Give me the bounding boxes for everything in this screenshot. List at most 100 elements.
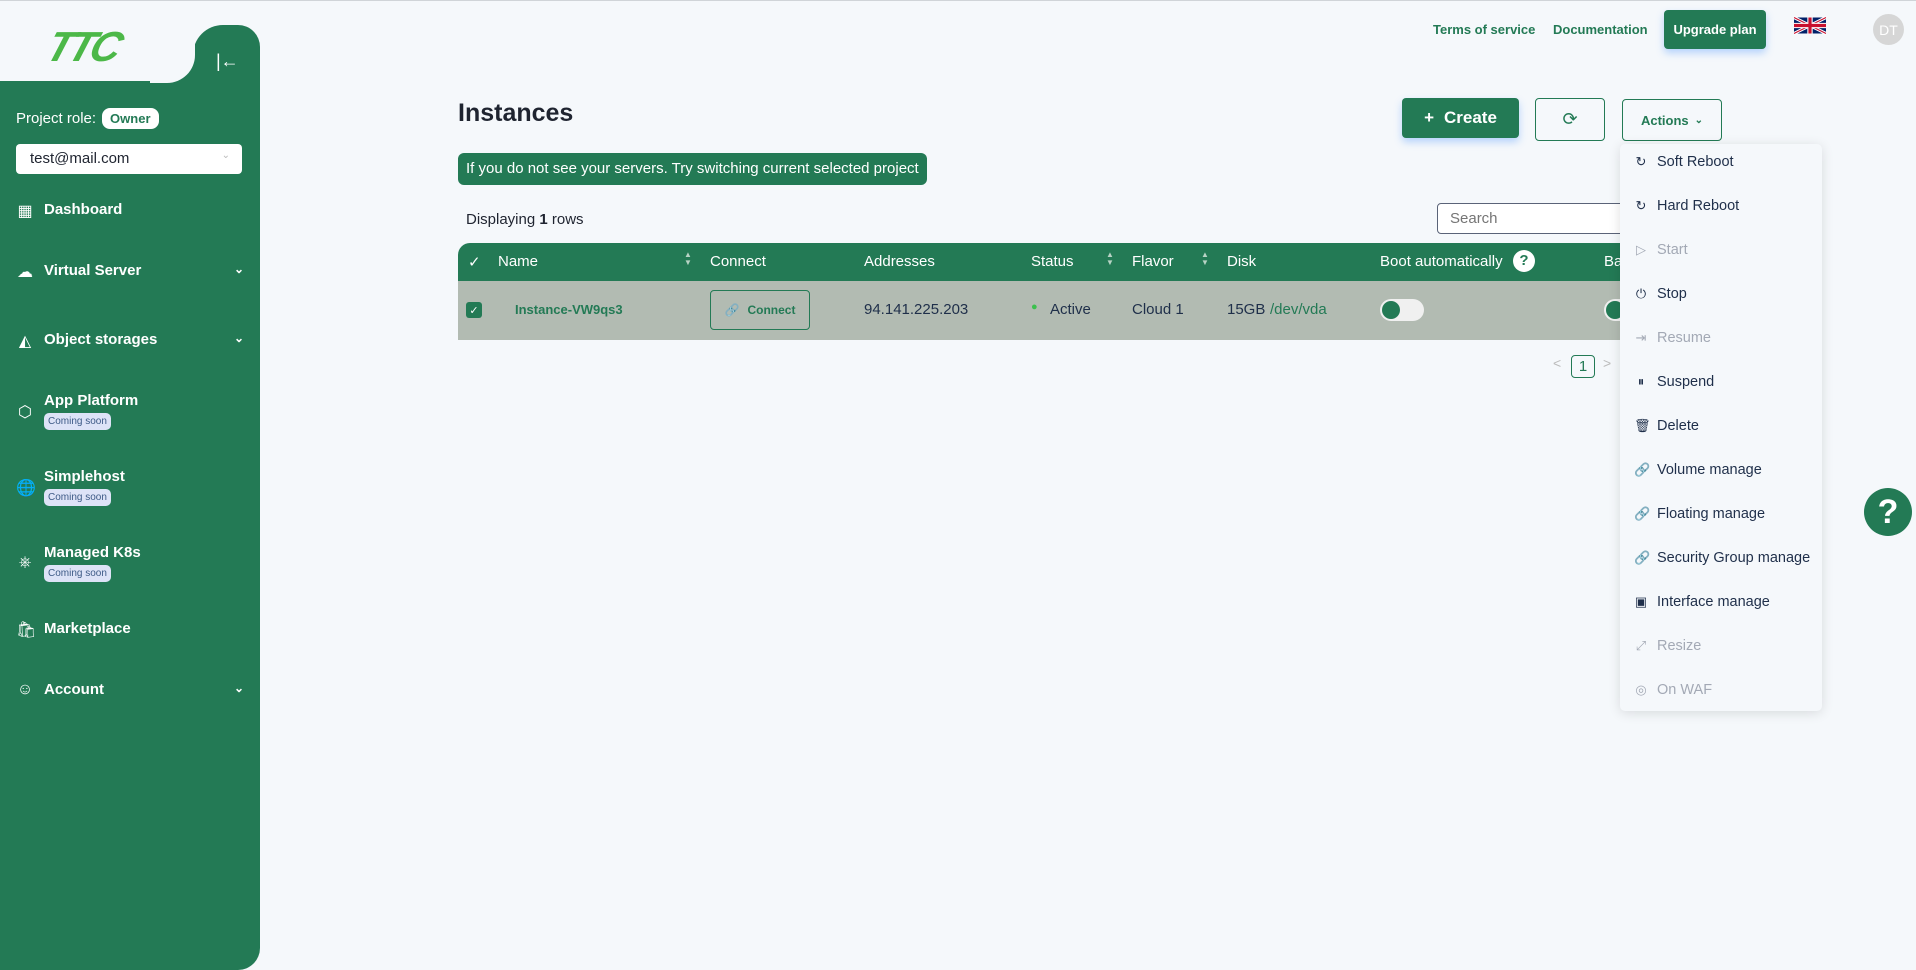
actions-menu: ↻ Soft Reboot ↻ Hard Reboot ▷ Start ⏻ Stop ⇥ Resu…: [1620, 144, 1822, 711]
menu-item-label: Resize: [1657, 638, 1702, 654]
create-label: Create: [1444, 108, 1497, 127]
sidebar-item-app-platform[interactable]: ⬡ App Platform Coming soon: [16, 392, 244, 430]
menu-item-label: Stop: [1657, 286, 1687, 302]
menu-item-label: Soft Reboot: [1657, 154, 1734, 170]
actions-label: Actions: [1640, 112, 1689, 128]
table-row[interactable]: ✓ Instance-VW9qs3 🔗 Connect 94.141.225.20…: [458, 281, 1658, 340]
status-badge: Active: [1050, 301, 1091, 318]
row-count: Displaying 1 rows: [466, 211, 584, 228]
globe-icon: 🌐: [16, 480, 36, 497]
connect-label: Connect: [747, 303, 796, 317]
menu-item-security-group-manage[interactable]: 🔗 Security Group manage: [1634, 550, 1810, 566]
help-button[interactable]: ?: [1864, 488, 1912, 536]
cloud-icon: ☁: [17, 264, 33, 281]
logo[interactable]: TTC: [40, 23, 126, 71]
sidebar-item-label: Object storages: [44, 331, 158, 348]
actions-button[interactable]: Actions ⌄: [1622, 99, 1722, 141]
sidebar-item-account[interactable]: ☺ Account ⌄: [16, 681, 244, 699]
sort-icon[interactable]: ▲ ▼: [1106, 251, 1114, 267]
project-role-label: Project role:: [16, 110, 97, 127]
disk-device: /dev/vda: [1270, 301, 1327, 318]
uk-flag-icon[interactable]: [1794, 16, 1826, 35]
sidebar-item-object-storages[interactable]: ◭ Object storages ⌄: [16, 331, 244, 351]
sidebar-item-label: Virtual Server: [44, 262, 142, 279]
kubernetes-icon: ⎈: [18, 554, 32, 571]
col-addresses: Addresses: [864, 253, 935, 270]
toggle-knob: [1382, 301, 1400, 319]
sidebar-item-marketplace[interactable]: 🛍 Marketplace: [16, 620, 244, 640]
role-badge: Owner: [102, 108, 159, 129]
connect-button[interactable]: 🔗 Connect: [710, 290, 810, 330]
select-all-checkbox[interactable]: ✓: [468, 253, 481, 271]
sidebar-item-dashboard[interactable]: ▦ Dashboard: [16, 201, 244, 221]
menu-item-on-waf[interactable]: ◎ On WAF: [1634, 682, 1712, 698]
col-connect: Connect: [710, 253, 766, 270]
play-circle-icon: ▷: [1636, 242, 1646, 257]
sort-icon[interactable]: ▲ ▼: [1201, 251, 1209, 267]
menu-item-suspend[interactable]: ⏸ Suspend: [1634, 374, 1715, 390]
project-role: Project role: Owner: [16, 108, 159, 129]
boot-automatically-toggle[interactable]: [1380, 299, 1424, 321]
status-dot-icon: ●: [1031, 301, 1038, 313]
project-select-value: test@mail.com: [30, 150, 130, 167]
user-circle-icon: ☺: [16, 681, 34, 698]
col-name[interactable]: Name: [498, 253, 538, 270]
notice-banner: If you do not see your servers. Try swit…: [458, 153, 927, 185]
search-input[interactable]: [1437, 203, 1637, 234]
instance-flavor: Cloud 1: [1132, 301, 1184, 318]
upgrade-plan-button[interactable]: Upgrade plan: [1664, 10, 1766, 49]
row-count-value: 1: [539, 211, 548, 228]
menu-item-volume-manage[interactable]: 🔗 Volume manage: [1634, 462, 1762, 478]
coming-soon-badge: Coming soon: [44, 413, 111, 430]
menu-item-stop[interactable]: ⏻ Stop: [1634, 286, 1687, 302]
col-disk: Disk: [1227, 253, 1257, 270]
sidebar-item-managed-k8s[interactable]: ⎈ Managed K8s Coming soon: [16, 544, 244, 582]
row-count-suffix: rows: [551, 211, 584, 228]
row-count-prefix: Displaying: [466, 211, 536, 228]
sort-icon[interactable]: ▲ ▼: [684, 251, 692, 267]
sidebar-item-label: App Platform: [44, 392, 139, 409]
project-select[interactable]: test@mail.com ⌄: [16, 144, 242, 174]
menu-item-floating-manage[interactable]: 🔗 Floating manage: [1634, 506, 1765, 522]
sidebar-item-virtual-server[interactable]: ☁ Virtual Server ⌄: [16, 262, 244, 282]
menu-item-label: On WAF: [1657, 682, 1713, 698]
shrink-icon: ⤢: [1635, 638, 1647, 653]
chevron-down-icon: ⌄: [233, 262, 244, 276]
prev-page-button[interactable]: <: [1553, 355, 1561, 371]
menu-item-hard-reboot[interactable]: ↻ Hard Reboot: [1634, 198, 1740, 214]
sidebar-item-simplehost[interactable]: 🌐 Simplehost Coming soon: [16, 468, 244, 506]
menu-item-label: Volume manage: [1657, 462, 1762, 478]
menu-item-interface-manage[interactable]: ▣ Interface manage: [1634, 594, 1770, 610]
sidebar-item-label: Simplehost: [44, 468, 125, 485]
menu-item-start[interactable]: ▷ Start: [1634, 242, 1688, 258]
menu-item-label: Start: [1657, 242, 1688, 258]
next-page-button[interactable]: >: [1603, 355, 1611, 371]
col-status[interactable]: Status: [1031, 253, 1074, 270]
refresh-button[interactable]: ⟳: [1535, 98, 1605, 141]
chevron-down-icon: ⌄: [1694, 114, 1704, 126]
help-icon[interactable]: ?: [1513, 250, 1535, 272]
bag-icon: 🛍: [16, 622, 37, 639]
documentation-link[interactable]: Documentation: [1553, 22, 1648, 37]
sidebar-item-label: Marketplace: [44, 620, 131, 637]
menu-item-label: Resume: [1657, 330, 1711, 346]
menu-item-soft-reboot[interactable]: ↻ Soft Reboot: [1634, 154, 1734, 170]
avatar[interactable]: DT: [1873, 14, 1904, 45]
link-icon: 🔗: [1634, 506, 1651, 521]
sidebar-item-label: Account: [44, 681, 104, 698]
menu-item-resize[interactable]: ⤢ Resize: [1634, 638, 1702, 654]
create-button[interactable]: + Create: [1402, 98, 1519, 138]
collapse-left-icon[interactable]: |←: [216, 51, 239, 72]
row-checkbox[interactable]: ✓: [466, 302, 482, 318]
col-flavor[interactable]: Flavor: [1132, 253, 1174, 270]
table-header: ✓ Name ▲ ▼ Connect Addresses Status ▲ ▼ Fl…: [458, 243, 1658, 281]
menu-item-delete[interactable]: 🗑 Delete: [1634, 418, 1699, 434]
disk-size: 15GB: [1227, 301, 1266, 318]
menu-item-resume[interactable]: ⇥ Resume: [1634, 330, 1711, 346]
link-icon: 🔗: [1634, 550, 1651, 565]
instance-name-link[interactable]: Instance-VW9qs3: [515, 302, 623, 317]
terms-link[interactable]: Terms of service: [1433, 22, 1535, 37]
sidebar-item-label: Dashboard: [44, 201, 123, 218]
page-1-button[interactable]: 1: [1571, 355, 1595, 378]
reload-icon: ↻: [1635, 198, 1647, 213]
